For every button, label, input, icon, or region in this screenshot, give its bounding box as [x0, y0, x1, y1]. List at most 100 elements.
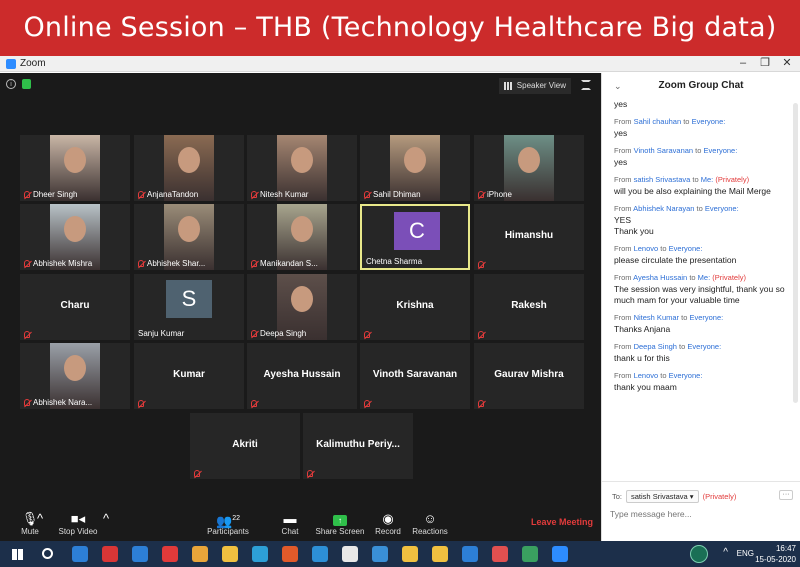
participant-tile[interactable]: Kalimuthu Periy... [303, 413, 413, 479]
chrome-icon[interactable] [192, 546, 208, 562]
participant-tile[interactable]: Rakesh [474, 274, 584, 340]
meeting-toolbar: 🎙 Mute ^ ■◂ Stop Video ^ 👥22 Participant… [0, 507, 601, 541]
participant-tile[interactable]: Ayesha Hussain [247, 343, 357, 409]
leave-meeting-button[interactable]: Leave Meeting [531, 517, 593, 527]
participant-tile[interactable]: Abhishek Shar... [134, 204, 244, 270]
store-icon[interactable] [432, 546, 448, 562]
participant-tile[interactable]: Abhishek Mishra [20, 204, 130, 270]
chat-message-text: The session was very insightful, thank y… [614, 284, 785, 305]
participant-tile[interactable]: Krishna [360, 274, 470, 340]
chat-scrollbar[interactable] [793, 103, 798, 403]
chat-message: From Deepa Singh to Everyone: thank u for… [614, 342, 790, 364]
participant-tile[interactable]: Dheer Singh [20, 135, 130, 201]
language-indicator[interactable]: ENG [737, 549, 754, 558]
participant-tile[interactable]: iPhone [474, 135, 584, 201]
network-tray-icon[interactable] [690, 545, 708, 563]
fullscreen-icon[interactable] [581, 80, 591, 90]
participant-face [178, 147, 200, 173]
chat-message-text: yes [614, 128, 628, 138]
excel-icon[interactable] [522, 546, 538, 562]
speaker-view-button[interactable]: Speaker View [498, 78, 571, 94]
participant-tile[interactable]: S Sanju Kumar [134, 274, 244, 340]
muted-mic-icon [138, 400, 144, 407]
start-icon[interactable] [12, 549, 23, 560]
chat-message-input[interactable] [610, 506, 790, 522]
participant-tile[interactable]: Himanshu [474, 204, 584, 270]
ie-icon[interactable] [132, 546, 148, 562]
app-icon[interactable] [492, 546, 508, 562]
participant-name-text: Dheer Singh [33, 190, 78, 199]
app-icon[interactable] [162, 546, 178, 562]
participant-name-text: Sahil Dhiman [373, 190, 421, 199]
zoom-taskbar-icon[interactable] [552, 546, 568, 562]
participant-tile[interactable]: Gaurav Mishra [474, 343, 584, 409]
meeting-info-icon[interactable]: i [6, 79, 16, 89]
app-icon[interactable] [372, 546, 388, 562]
search-icon[interactable] [42, 548, 53, 559]
muted-mic-icon [478, 191, 484, 198]
chat-button[interactable]: ▬ Chat [262, 510, 318, 536]
participant-name-large: Kumar [173, 369, 205, 380]
muted-mic-icon [251, 400, 257, 407]
muted-mic-icon [251, 191, 257, 198]
muted-mic-icon [138, 260, 144, 267]
participant-tile[interactable]: Sahil Dhiman [360, 135, 470, 201]
clock[interactable]: 16:47 15-05-2020 [755, 543, 796, 565]
muted-mic-icon [24, 331, 30, 338]
chat-panel: ⌄ Zoom Group Chat yes From Sahil chauhan… [601, 73, 800, 541]
app-icon[interactable] [222, 546, 238, 562]
tray-chevron-up-icon[interactable]: ^ [723, 547, 728, 558]
chat-message-text: will you be also explaining the Mail Mer… [614, 186, 771, 196]
encryption-lock-icon[interactable] [22, 79, 31, 89]
file-explorer-icon[interactable] [402, 546, 418, 562]
chat-message-header: From Deepa Singh to Everyone: [614, 342, 722, 351]
mail-icon[interactable] [252, 546, 268, 562]
app-name: Zoom [20, 58, 46, 69]
app-icon[interactable] [312, 546, 328, 562]
participant-tile[interactable]: Akriti [190, 413, 300, 479]
participant-face [64, 216, 86, 242]
participant-tile[interactable]: C Chetna Sharma [360, 204, 470, 270]
participant-name: Dheer Singh [24, 190, 77, 199]
participant-tile[interactable]: Manikandan S... [247, 204, 357, 270]
edge-icon[interactable] [72, 546, 88, 562]
muted-mic-icon [478, 261, 484, 268]
smiley-icon: ☺ [423, 511, 437, 526]
chevron-up-icon: ^ [102, 511, 110, 526]
participant-name: Abhishek Shar... [138, 259, 205, 268]
participant-tile[interactable]: Kumar [134, 343, 244, 409]
participant-name-text: Manikandan S... [260, 259, 318, 268]
chat-message-header: From satish Srivastava to Me: (Privately… [614, 175, 750, 184]
participant-name-text: Sanju Kumar [138, 329, 185, 338]
participant-tile[interactable]: Nitesh Kumar [247, 135, 357, 201]
slide-banner-title: Online Session – THB (Technology Healthc… [0, 0, 800, 56]
participant-name: Abhishek Nara... [24, 398, 92, 407]
chevron-down-icon[interactable]: ⌄ [614, 73, 622, 99]
participant-name-text: Nitesh Kumar [260, 190, 309, 199]
more-options-button[interactable]: ··· [779, 490, 793, 500]
participant-tile[interactable]: Charu [20, 274, 130, 340]
muted-mic-icon [478, 331, 484, 338]
chat-message: From Nitesh Kumar to Everyone: Thanks Anj… [614, 313, 790, 335]
skype-icon[interactable] [462, 546, 478, 562]
restore-button[interactable]: ❐ [754, 56, 776, 71]
recipient-select[interactable]: satish Srivastava ▾ [626, 490, 699, 503]
muted-mic-icon [251, 260, 257, 267]
participant-tile[interactable]: Vinoth Saravanan [360, 343, 470, 409]
participant-name-text: Abhishek Nara... [33, 398, 93, 407]
video-options-chevron[interactable]: ^ [96, 510, 116, 527]
muted-mic-icon [364, 331, 370, 338]
chat-messages[interactable]: yes From Sahil chauhan to Everyone: yes Fr… [614, 99, 790, 479]
reactions-button[interactable]: ☺ Reactions [402, 510, 458, 536]
minimize-button[interactable]: – [732, 56, 754, 71]
participant-face [178, 216, 200, 242]
participants-button[interactable]: 👥22 Participants [200, 510, 256, 536]
app-icon[interactable] [282, 546, 298, 562]
participant-tile[interactable]: Deepa Singh [247, 274, 357, 340]
audio-options-chevron[interactable]: ^ [30, 510, 50, 527]
app-icon[interactable] [342, 546, 358, 562]
app-icon[interactable] [102, 546, 118, 562]
participant-tile[interactable]: AnjanaTandon [134, 135, 244, 201]
close-button[interactable]: ✕ [776, 56, 798, 71]
participant-tile[interactable]: Abhishek Nara... [20, 343, 130, 409]
